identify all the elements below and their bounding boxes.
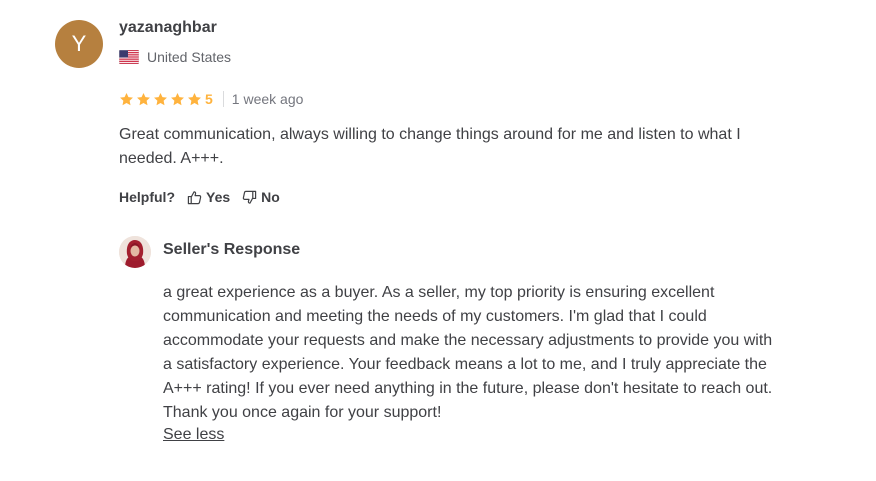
reviewer-country: United States [119, 49, 231, 65]
helpful-row: Helpful? Yes No [119, 189, 280, 205]
reviewer-avatar: Y [55, 20, 103, 68]
seller-avatar [119, 236, 151, 268]
rating-row: 5 1 week ago [119, 90, 303, 108]
star-icon [154, 92, 167, 105]
seller-avatar-image [119, 236, 151, 268]
helpful-no-button[interactable]: No [242, 189, 280, 205]
reviewer-avatar-initial: Y [71, 31, 87, 56]
review-time: 1 week ago [231, 91, 304, 107]
star-icon [171, 92, 184, 105]
star-icon [188, 92, 201, 105]
thumbs-up-icon [187, 190, 202, 204]
rating-divider [222, 91, 224, 107]
helpful-yes-label: Yes [206, 189, 231, 205]
see-less-link[interactable]: See less [163, 425, 224, 445]
rating-value: 5 [205, 91, 213, 107]
thumbs-down-icon [242, 190, 257, 204]
star-icon [137, 92, 150, 105]
helpful-label: Helpful? [119, 189, 175, 205]
seller-response-title: Seller's Response [163, 241, 301, 258]
helpful-no-label: No [261, 189, 280, 205]
us-flag-icon [119, 50, 139, 64]
review-text: Great communication, always willing to c… [119, 126, 741, 167]
star-icon [120, 92, 133, 105]
reviewer-username: yazanaghbar [119, 19, 217, 36]
country-name: United States [147, 49, 232, 65]
star-rating [119, 92, 202, 107]
seller-response-text: a great experience as a buyer. As a sell… [163, 284, 773, 421]
helpful-yes-button[interactable]: Yes [187, 189, 230, 205]
